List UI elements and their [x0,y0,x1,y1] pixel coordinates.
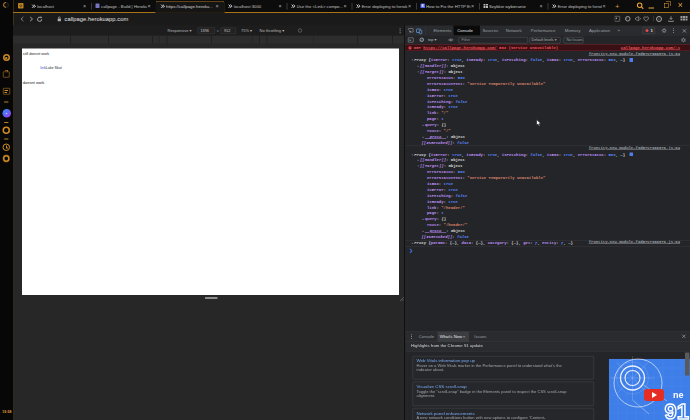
svg-text:91: 91 [665,399,689,420]
